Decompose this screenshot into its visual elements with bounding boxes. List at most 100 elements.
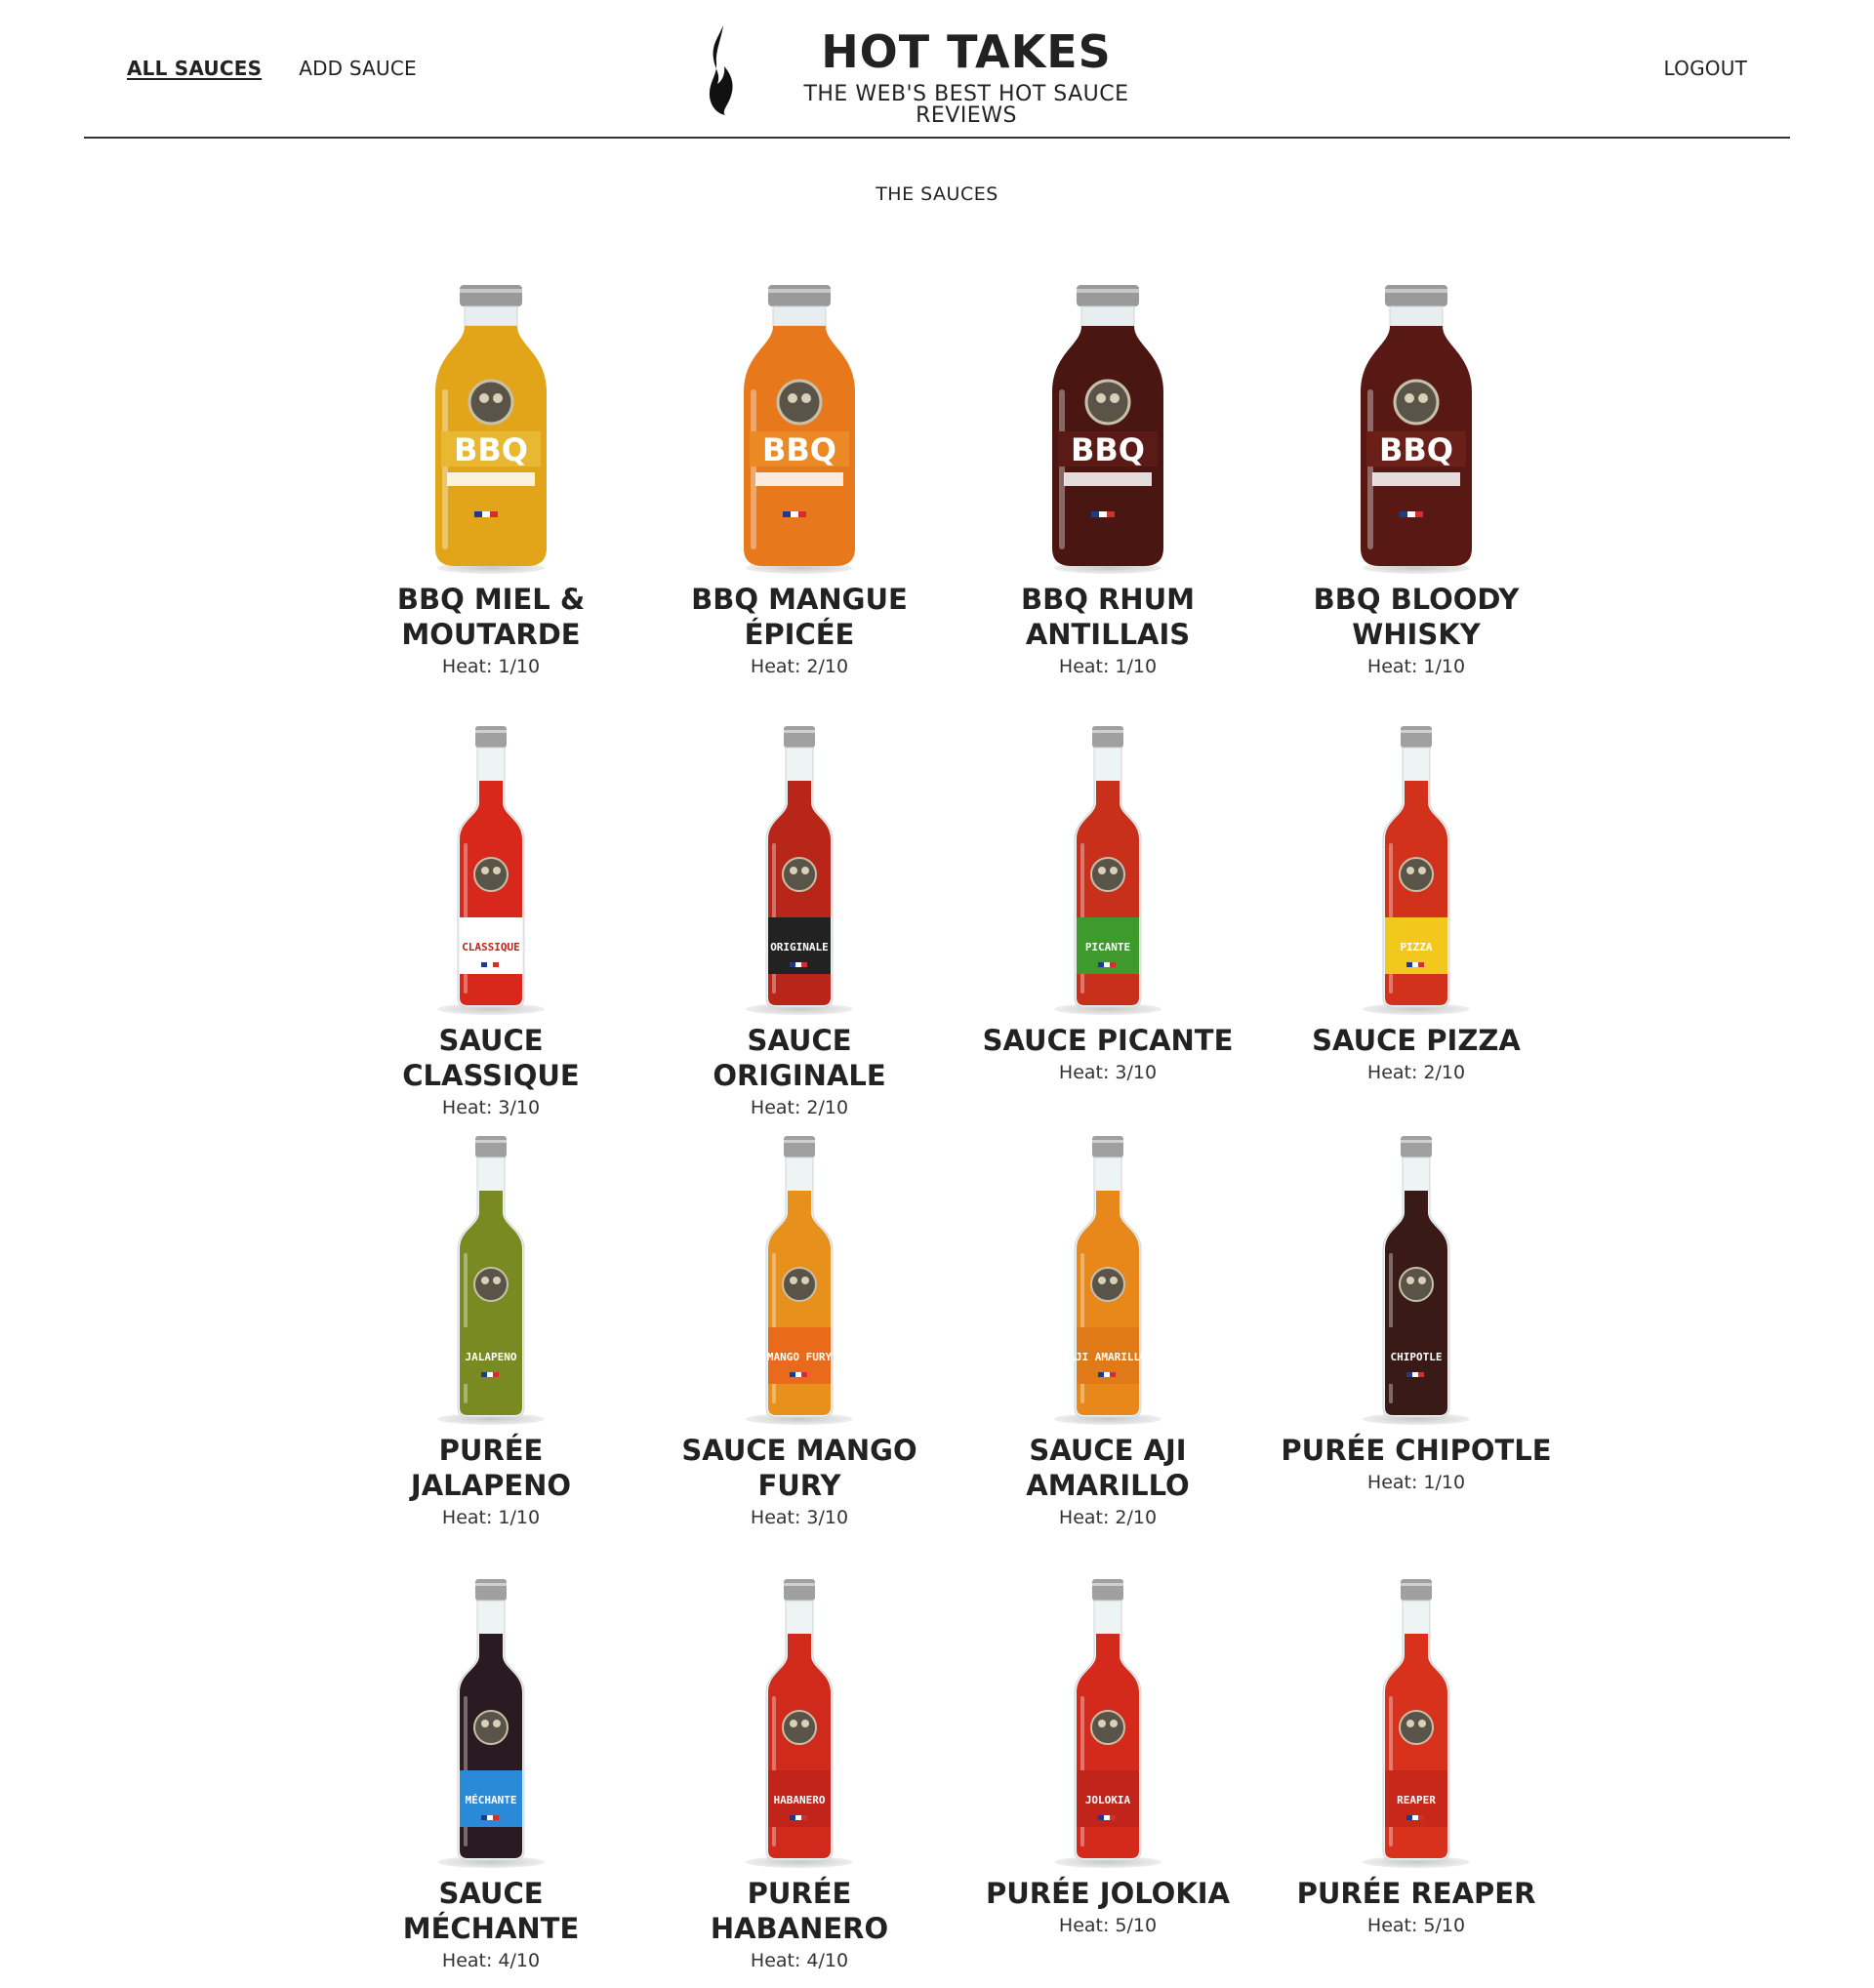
bottle-icon: AJI AMARILLO — [1069, 1136, 1147, 1418]
sauce-heat: Heat: 1/10 — [441, 1507, 541, 1528]
svg-text:JOLOKIA: JOLOKIA — [1085, 1794, 1131, 1806]
bottle-icon: HABANERO — [765, 1579, 834, 1861]
sauce-name: PURÉE JALAPENO — [410, 1434, 572, 1502]
sauce-card[interactable]: CLASSIQUE SAUCE CLASSIQUE Heat: 3/10 — [337, 722, 645, 1118]
svg-text:REAPER: REAPER — [1397, 1794, 1436, 1806]
sauce-card[interactable]: JALAPENO PURÉE JALAPENO Heat: 1/10 — [337, 1132, 645, 1528]
brand-subtitle: THE WEB'S BEST HOT SAUCE REVIEWS — [803, 82, 1129, 128]
sauce-heat: Heat: 4/10 — [750, 1950, 849, 1971]
sauce-image[interactable]: JOLOKIA — [954, 1575, 1262, 1868]
sauce-heat: Heat: 1/10 — [441, 656, 541, 677]
svg-text:HABANERO: HABANERO — [774, 1794, 826, 1806]
sauce-card[interactable]: AJI AMARILLO SAUCE AJI AMARILLO Heat: 2/10 — [954, 1132, 1262, 1528]
sauce-heat: Heat: 1/10 — [1366, 1472, 1466, 1493]
sauce-heat: Heat: 2/10 — [750, 1097, 849, 1118]
sauce-image[interactable]: REAPER — [1262, 1575, 1570, 1868]
bottle-icon: JALAPENO — [457, 1136, 525, 1418]
sauce-card[interactable]: PIZZA SAUCE PIZZA Heat: 2/10 — [1262, 722, 1570, 1118]
sauce-image[interactable]: BBQ — [645, 281, 954, 574]
sauce-card[interactable]: MÉCHANTE SAUCE MÉCHANTE Heat: 4/10 — [337, 1575, 645, 1971]
sauce-card[interactable]: PICANTE SAUCE PICANTE Heat: 3/10 — [954, 722, 1262, 1118]
nav-add-sauce-link[interactable]: ADD SAUCE — [299, 57, 417, 80]
sauce-image[interactable]: PICANTE — [954, 722, 1262, 1015]
bottle-icon: JOLOKIA — [1074, 1579, 1142, 1861]
svg-text:BBQ: BBQ — [762, 431, 836, 468]
sauce-card[interactable]: ORIGINALE SAUCE ORIGINALE Heat: 2/10 — [645, 722, 954, 1118]
bottle-icon: MÉCHANTE — [457, 1579, 525, 1861]
svg-text:MÉCHANTE: MÉCHANTE — [466, 1794, 517, 1806]
sauce-image[interactable]: CHIPOTLE — [1262, 1132, 1570, 1425]
sauce-card[interactable]: JOLOKIA PURÉE JOLOKIA Heat: 5/10 — [954, 1575, 1262, 1971]
bottle-icon: BBQ — [744, 285, 855, 566]
section-title: THE SAUCES — [876, 183, 998, 205]
bottle-icon: ORIGINALE — [765, 726, 834, 1008]
sauce-card[interactable]: HABANERO PURÉE HABANERO Heat: 4/10 — [645, 1575, 954, 1971]
sauce-name: SAUCE MANGO FURY — [681, 1434, 917, 1502]
bottle-icon: BBQ — [435, 285, 547, 566]
sauce-image[interactable]: JALAPENO — [337, 1132, 645, 1425]
sauce-image[interactable]: BBQ — [337, 281, 645, 574]
sauce-row: JALAPENO PURÉE JALAPENO Heat: 1/10 MANGO FU… — [337, 1132, 1570, 1528]
svg-text:PICANTE: PICANTE — [1085, 941, 1130, 953]
sauce-name: PURÉE REAPER — [1296, 1877, 1536, 1910]
sauce-name: SAUCE ORIGINALE — [713, 1024, 886, 1092]
sauce-image[interactable]: HABANERO — [645, 1575, 954, 1868]
sauce-name: PURÉE CHIPOTLE — [1281, 1434, 1552, 1467]
sauce-heat: Heat: 5/10 — [1058, 1915, 1158, 1936]
bottle-icon: CLASSIQUE — [457, 726, 525, 1008]
svg-text:BBQ: BBQ — [1071, 431, 1145, 468]
bottle-icon: CHIPOTLE — [1382, 1136, 1450, 1418]
sauce-image[interactable]: ORIGINALE — [645, 722, 954, 1015]
sauce-heat: Heat: 3/10 — [441, 1097, 541, 1118]
sauce-row: MÉCHANTE SAUCE MÉCHANTE Heat: 4/10 HABANERO… — [337, 1575, 1570, 1971]
sauce-image[interactable]: PIZZA — [1262, 722, 1570, 1015]
brand-title: HOT TAKES — [821, 25, 1112, 78]
sauce-card[interactable]: CHIPOTLE PURÉE CHIPOTLE Heat: 1/10 — [1262, 1132, 1570, 1528]
sauce-name: BBQ MIEL & MOUTARDE — [396, 583, 586, 651]
sauce-heat: Heat: 1/10 — [1366, 656, 1466, 677]
svg-text:CLASSIQUE: CLASSIQUE — [462, 941, 520, 953]
svg-text:CHIPOTLE: CHIPOTLE — [1391, 1351, 1443, 1363]
sauce-heat: Heat: 3/10 — [1058, 1062, 1158, 1083]
sauce-card[interactable]: BBQ BBQ RHUM ANTILLAIS Heat: 1/10 — [954, 281, 1262, 677]
sauce-card[interactable]: BBQ BBQ MANGUE ÉPICÉE Heat: 2/10 — [645, 281, 954, 677]
svg-text:BBQ: BBQ — [1379, 431, 1453, 468]
sauce-image[interactable]: BBQ — [954, 281, 1262, 574]
brand-logo[interactable]: HOT TAKES THE WEB'S BEST HOT SAUCE REVIE… — [708, 23, 1166, 127]
sauce-heat: Heat: 2/10 — [1366, 1062, 1466, 1083]
bottle-icon: PICANTE — [1074, 726, 1142, 1008]
sauce-heat: Heat: 2/10 — [1058, 1507, 1158, 1528]
sauce-name: BBQ BLOODY WHISKY — [1313, 583, 1520, 651]
sauce-name: SAUCE CLASSIQUE — [402, 1024, 580, 1092]
sauce-name: SAUCE PIZZA — [1312, 1024, 1521, 1057]
sauce-heat: Heat: 1/10 — [1058, 656, 1158, 677]
sauce-heat: Heat: 4/10 — [441, 1950, 541, 1971]
bottle-icon: MANGO FURY — [765, 1136, 834, 1418]
sauce-image[interactable]: CLASSIQUE — [337, 722, 645, 1015]
sauce-row: CLASSIQUE SAUCE CLASSIQUE Heat: 3/10 ORIGIN… — [337, 722, 1570, 1118]
bottle-icon: REAPER — [1382, 1579, 1450, 1861]
sauce-name: PURÉE HABANERO — [710, 1877, 889, 1945]
sauce-heat: Heat: 5/10 — [1366, 1915, 1466, 1936]
sauce-card[interactable]: MANGO FURY SAUCE MANGO FURY Heat: 3/10 — [645, 1132, 954, 1528]
svg-text:AJI AMARILLO: AJI AMARILLO — [1069, 1351, 1147, 1363]
sauce-card[interactable]: BBQ BBQ BLOODY WHISKY Heat: 1/10 — [1262, 281, 1570, 677]
sauce-name: BBQ RHUM ANTILLAIS — [1021, 583, 1195, 651]
sauce-image[interactable]: MANGO FURY — [645, 1132, 954, 1425]
sauce-card[interactable]: REAPER PURÉE REAPER Heat: 5/10 — [1262, 1575, 1570, 1971]
sauce-image[interactable]: BBQ — [1262, 281, 1570, 574]
sauce-image[interactable]: MÉCHANTE — [337, 1575, 645, 1868]
sauce-card[interactable]: BBQ BBQ MIEL & MOUTARDE Heat: 1/10 — [337, 281, 645, 677]
svg-text:ORIGINALE: ORIGINALE — [770, 941, 829, 953]
flame-icon — [709, 25, 733, 115]
svg-text:JALAPENO: JALAPENO — [466, 1351, 517, 1363]
svg-text:MANGO FURY: MANGO FURY — [767, 1351, 833, 1363]
logout-link[interactable]: LOGOUT — [1664, 57, 1747, 80]
nav-all-sauces-link[interactable]: ALL SAUCES — [127, 57, 262, 80]
svg-text:BBQ: BBQ — [454, 431, 528, 468]
bottle-icon: PIZZA — [1382, 726, 1450, 1008]
main-nav: ALL SAUCES ADD SAUCE — [127, 57, 417, 80]
bottle-icon: BBQ — [1052, 285, 1163, 566]
sauce-image[interactable]: AJI AMARILLO — [954, 1132, 1262, 1425]
sauce-heat: Heat: 3/10 — [750, 1507, 849, 1528]
